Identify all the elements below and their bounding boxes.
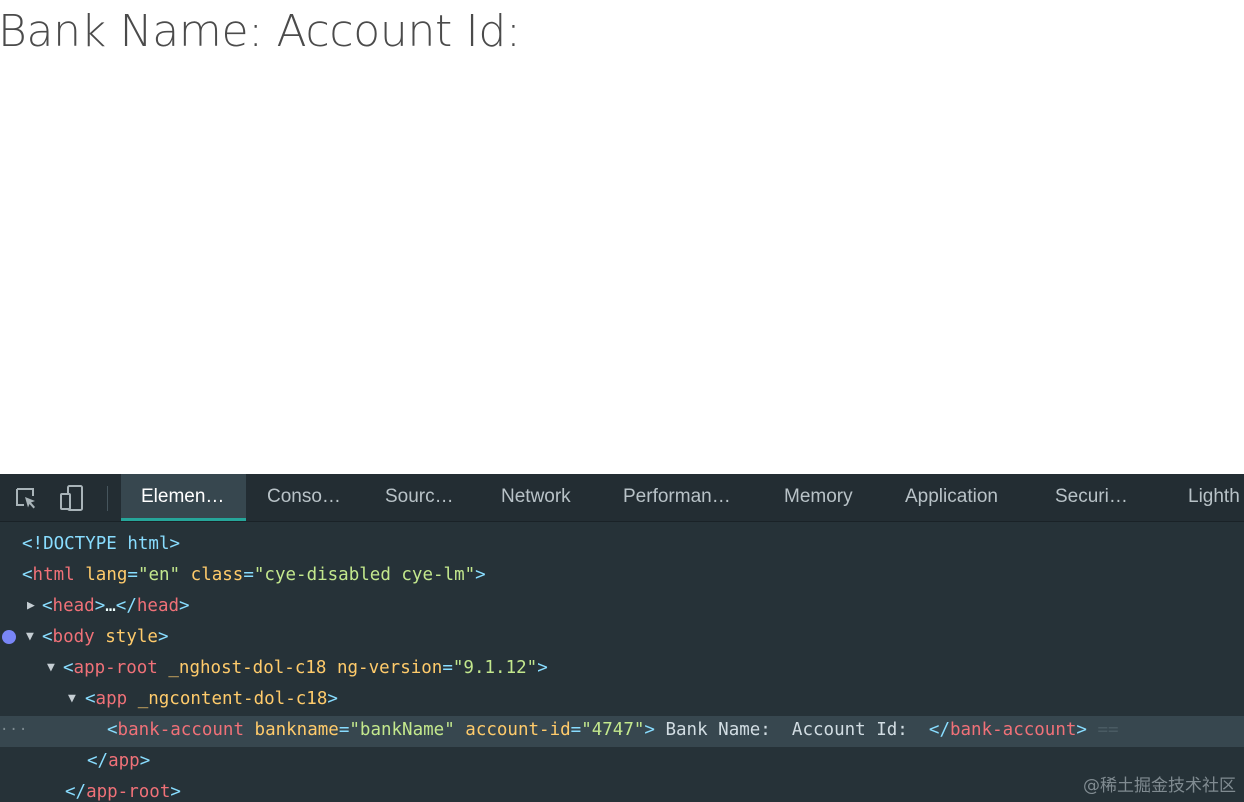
tab-memory[interactable]: Memory xyxy=(784,474,853,521)
app-root-ng-version-value: "9.1.12" xyxy=(452,658,538,678)
doctype-text: <!DOCTYPE html> xyxy=(22,534,181,554)
tab-sources[interactable]: Sourc… xyxy=(385,474,454,521)
bank-account-close-tag: bank-account xyxy=(949,720,1077,740)
collapse-triangle-icon[interactable]: ▼ xyxy=(68,685,76,713)
dom-node-doctype[interactable]: <!DOCTYPE html> xyxy=(0,530,1244,561)
tab-application[interactable]: Application xyxy=(905,474,998,521)
bank-account-bankname-value: "bankName" xyxy=(349,720,455,740)
app-close-tag: app xyxy=(108,751,140,771)
body-attr-style: style xyxy=(105,627,158,647)
html-attr-lang: lang xyxy=(85,565,128,585)
html-tag: html xyxy=(32,565,75,585)
collapse-triangle-icon[interactable]: ▼ xyxy=(47,654,55,682)
tab-performance[interactable]: Performan… xyxy=(623,474,731,521)
dom-node-bank-account[interactable]: ··· <bank-account bankname="bankName" ac… xyxy=(0,716,1244,747)
devtools-panel: Elemen… Conso… Sourc… Network Performan…… xyxy=(0,474,1244,802)
collapse-triangle-icon[interactable]: ▼ xyxy=(26,623,34,651)
html-attr-class-value: "cye-disabled cye-lm" xyxy=(253,565,476,585)
app-root-close-tag: app-root xyxy=(86,782,171,802)
bank-account-account-id-value: "4747" xyxy=(581,720,645,740)
tab-security[interactable]: Securi… xyxy=(1055,474,1128,521)
bank-account-text: Bank Name: Account Id: xyxy=(654,720,919,740)
body-tag: body xyxy=(52,627,95,647)
bank-account-attr-bankname: bankname xyxy=(254,720,339,740)
dom-node-app-root[interactable]: ▼ <app-root _nghost-dol-c18 ng-version="… xyxy=(0,654,1244,685)
bank-account-attr-account-id: account-id xyxy=(465,720,571,740)
more-options-icon[interactable]: ··· xyxy=(0,716,28,744)
head-close-tag: head xyxy=(136,596,180,616)
dom-node-app[interactable]: ▼ <app _ngcontent-dol-c18> xyxy=(0,685,1244,716)
expand-triangle-icon[interactable]: ▶ xyxy=(27,592,35,620)
dom-node-app-root-close[interactable]: </app-root> xyxy=(0,778,1244,802)
breakpoint-dot-icon[interactable] xyxy=(2,630,16,644)
head-tag: head xyxy=(52,596,95,616)
app-tag: app xyxy=(95,689,128,709)
dom-node-head[interactable]: ▶ <head>…</head> xyxy=(0,592,1244,623)
toolbar-divider xyxy=(107,486,108,511)
tab-console[interactable]: Conso… xyxy=(267,474,341,521)
head-ellipsis: … xyxy=(105,596,116,616)
dom-node-body[interactable]: ▼ <body style> xyxy=(0,623,1244,654)
device-toolbar-icon[interactable] xyxy=(58,484,86,512)
app-root-attr-nghost: _nghost-dol-c18 xyxy=(168,658,327,678)
tab-lighthouse[interactable]: Lighth xyxy=(1188,474,1240,521)
app-root-attr-ng-version: ng-version xyxy=(336,658,443,678)
html-attr-class: class xyxy=(190,565,244,585)
app-root-tag: app-root xyxy=(73,658,158,678)
html-attr-lang-value: "en" xyxy=(137,565,181,585)
watermark: @稀土掘金技术社区 xyxy=(1083,776,1236,796)
app-attr-ngcontent: _ngcontent-dol-c18 xyxy=(137,689,328,709)
tab-elements[interactable]: Elemen… xyxy=(121,474,246,521)
selected-node-marker: == xyxy=(1097,720,1119,740)
page-heading: Bank Name: Account Id: xyxy=(0,6,521,57)
bank-account-tag: bank-account xyxy=(117,720,244,740)
dom-node-app-close[interactable]: </app> xyxy=(0,747,1244,778)
dom-node-html[interactable]: <html lang="en" class="cye-disabled cye-… xyxy=(0,561,1244,592)
select-element-icon[interactable] xyxy=(12,484,40,512)
dom-tree: <!DOCTYPE html> <html lang="en" class="c… xyxy=(0,530,1244,802)
tab-network[interactable]: Network xyxy=(501,474,571,521)
devtools-toolbar: Elemen… Conso… Sourc… Network Performan…… xyxy=(0,474,1244,522)
